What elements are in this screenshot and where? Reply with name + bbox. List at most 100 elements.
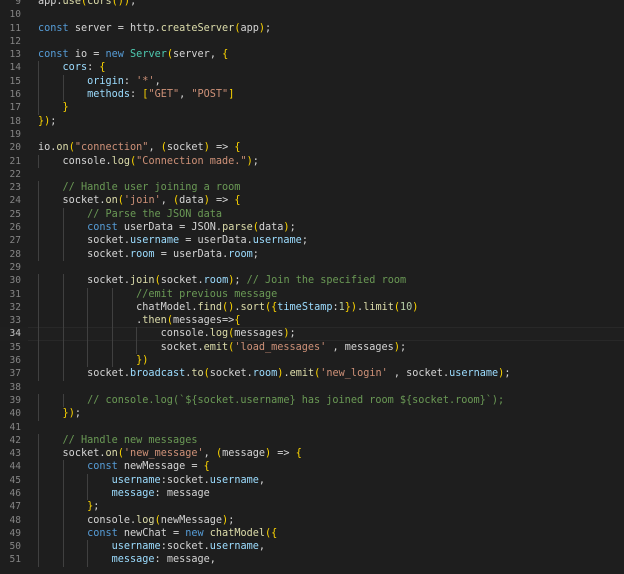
code-line[interactable]: 47 }; xyxy=(0,500,624,514)
code-line[interactable]: 15 origin: '*', xyxy=(0,74,624,89)
line-number: 27 xyxy=(9,235,21,247)
code-text: console.log(messages); xyxy=(160,328,296,340)
code-line[interactable]: 35 socket.emit('load_messages' , message… xyxy=(0,340,624,355)
line-number: 9 xyxy=(15,0,21,7)
code-text: app.use(cors()); xyxy=(38,0,137,7)
code-line[interactable]: 14 cors: { xyxy=(0,61,624,75)
code-text: }; xyxy=(87,501,100,513)
code-text: // Handle new messages xyxy=(62,434,198,446)
code-line[interactable]: 37 socket.broadcast.to(socket.room).emit… xyxy=(0,367,624,381)
code-line[interactable]: 49 const newChat = new chatModel({ xyxy=(0,526,624,541)
code-line[interactable]: 50 username:socket.username, xyxy=(0,540,624,554)
line-number: 12 xyxy=(9,35,21,47)
line-number: 36 xyxy=(9,355,21,367)
code-line[interactable]: 32 chatModel.find().sort({timeStamp:1}).… xyxy=(0,300,624,315)
line-number: 20 xyxy=(9,142,21,154)
code-text: }); xyxy=(62,408,81,420)
code-text: .then(messages=>{ xyxy=(38,315,241,327)
line-number: 13 xyxy=(9,49,21,61)
code-line[interactable]: 24 socket.on('join', (data) => { xyxy=(0,194,624,208)
code-line[interactable]: 30 socket.join(socket.room); // Join the… xyxy=(0,274,624,288)
code-line[interactable]: 21 console.log("Connection made."); xyxy=(0,154,624,168)
code-text: io.on("connection", (socket) => { xyxy=(38,142,241,154)
line-number: 10 xyxy=(9,9,21,21)
code-text: socket.broadcast.to(socket.room).emit('n… xyxy=(87,368,511,380)
line-number: 46 xyxy=(9,487,21,499)
line-number: 35 xyxy=(9,341,21,353)
code-line[interactable]: 12 xyxy=(0,35,624,48)
line-number: 23 xyxy=(9,182,21,194)
line-number: 42 xyxy=(9,434,21,446)
line-number: 49 xyxy=(9,527,21,539)
code-line[interactable]: 25 // Parse the JSON data xyxy=(0,207,624,222)
line-number: 51 xyxy=(9,554,21,566)
line-number: 21 xyxy=(9,155,21,167)
code-line[interactable]: 18}); xyxy=(0,115,624,128)
code-line[interactable]: 27 socket.username = userData.username; xyxy=(0,234,624,248)
line-number: 18 xyxy=(9,115,21,127)
line-number: 37 xyxy=(9,368,21,380)
code-line[interactable]: 17 } xyxy=(0,101,624,115)
line-number: 48 xyxy=(9,514,21,526)
code-line[interactable]: 11 const server = http.createServer(app); xyxy=(0,22,624,35)
code-text: //emit previous message xyxy=(136,288,278,300)
code-text: methods: ["GET", "POST"] xyxy=(87,89,235,101)
code-text: // Parse the JSON data xyxy=(87,208,223,220)
code-text: message: message xyxy=(111,487,210,499)
code-line[interactable]: 23 // Handle user joining a room xyxy=(0,181,624,195)
code-line[interactable]: 51 message: message, xyxy=(0,553,624,567)
code-text: console.log(newMessage); xyxy=(87,514,235,526)
line-number: 39 xyxy=(9,394,21,406)
code-text: const newChat = new chatModel({ xyxy=(87,527,278,539)
line-number: 38 xyxy=(9,381,21,393)
code-text: const io = new Server(server, { xyxy=(38,49,229,61)
code-line[interactable]: 9 app.use(cors()); xyxy=(0,0,624,8)
code-line[interactable]: 39 // console.log(`${socket.username} ha… xyxy=(0,393,624,408)
code-line[interactable]: 20 io.on("connection", (socket) => { xyxy=(0,141,624,154)
code-line[interactable]: 28 socket.room = userData.room; xyxy=(0,247,624,261)
code-text: // Handle user joining a room xyxy=(62,182,241,194)
code-text: } xyxy=(62,102,69,114)
code-line[interactable]: 41 xyxy=(0,421,624,434)
code-text: username:socket.username, xyxy=(111,474,265,486)
line-number: 45 xyxy=(9,474,21,486)
line-number: 25 xyxy=(9,208,21,220)
line-number: 44 xyxy=(9,461,21,473)
code-text: socket.room = userData.room; xyxy=(87,248,259,260)
line-number: 47 xyxy=(9,501,21,513)
code-line[interactable]: 29 xyxy=(0,261,624,274)
line-number: 30 xyxy=(9,275,21,287)
code-line[interactable]: 26 const userData = JSON.parse(data); xyxy=(0,221,624,235)
code-line[interactable]: 48 console.log(newMessage); xyxy=(0,513,624,527)
line-number: 22 xyxy=(9,168,21,180)
code-line[interactable]: 33 .then(messages=>{ xyxy=(0,314,624,328)
code-line[interactable]: 44 const newMessage = { xyxy=(0,460,624,474)
code-line[interactable]: 36 }) xyxy=(0,354,624,368)
code-text: }) xyxy=(136,355,149,367)
code-text: origin: '*', xyxy=(87,75,161,87)
line-number: 33 xyxy=(9,315,21,327)
code-line[interactable]: 31 //emit previous message xyxy=(0,287,624,301)
code-line[interactable]: 45 username:socket.username, xyxy=(0,473,624,487)
code-line[interactable]: 16 methods: ["GET", "POST"] xyxy=(0,88,624,102)
code-line[interactable]: 13 const io = new Server(server, { xyxy=(0,48,624,61)
code-text: socket.emit('load_messages' , messages); xyxy=(160,341,407,353)
line-number: 31 xyxy=(9,288,21,300)
code-line[interactable]: 19 xyxy=(0,128,624,141)
code-text: const server = http.createServer(app); xyxy=(38,22,272,34)
code-line[interactable]: 10 xyxy=(0,8,624,21)
code-line[interactable]: 42 // Handle new messages xyxy=(0,433,624,448)
line-number: 14 xyxy=(9,62,21,74)
code-text: // console.log(`${socket.username} has j… xyxy=(87,394,505,406)
code-line[interactable]: 38 xyxy=(0,381,624,394)
code-line[interactable]: 43 socket.on('new_message', (message) =>… xyxy=(0,447,624,461)
code-line[interactable]: 34 console.log(messages); xyxy=(0,327,624,341)
code-editor[interactable]: 9 app.use(cors()); 10 11 const server = http… xyxy=(0,0,624,574)
line-number: 34 xyxy=(9,328,21,340)
code-line[interactable]: 22 xyxy=(0,168,624,181)
line-number: 50 xyxy=(9,541,21,553)
line-number: 28 xyxy=(9,248,21,260)
line-number: 19 xyxy=(9,128,21,140)
code-line[interactable]: 46 message: message xyxy=(0,486,624,501)
code-line[interactable]: 40 }); xyxy=(0,407,624,421)
